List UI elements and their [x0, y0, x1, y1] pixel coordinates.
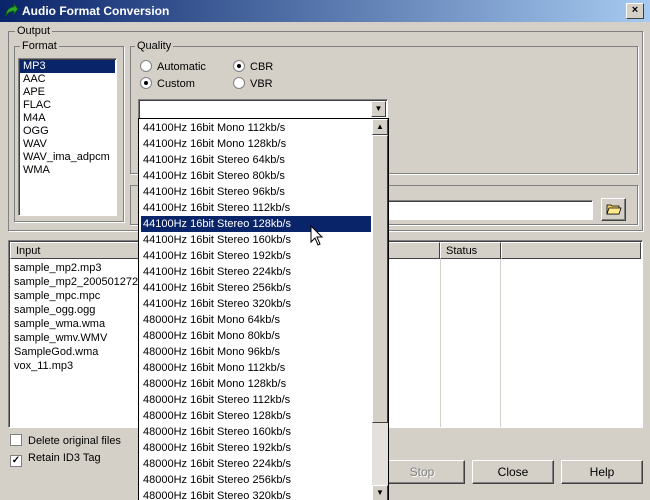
quality-option[interactable]: 48000Hz 16bit Mono 64kb/s: [141, 312, 371, 328]
format-item-ogg[interactable]: OGG: [20, 125, 115, 138]
quality-combobox[interactable]: ▼: [138, 99, 388, 119]
quality-option[interactable]: 48000Hz 16bit Stereo 160kb/s: [141, 424, 371, 440]
radio-indicator: [140, 77, 152, 89]
quality-option[interactable]: 48000Hz 16bit Stereo 112kb/s: [141, 392, 371, 408]
file-row[interactable]: sample_ogg.ogg: [14, 303, 95, 317]
close-button[interactable]: Close: [472, 460, 554, 484]
green-arrow-icon: [5, 3, 19, 17]
quality-option[interactable]: 48000Hz 16bit Mono 112kb/s: [141, 360, 371, 376]
format-listbox[interactable]: MP3 AAC APE FLAC M4A OGG WAV WAV_ima_adpcm WMA: [18, 58, 117, 216]
window-title: Audio Format Conversion: [22, 4, 170, 18]
scroll-track-upper[interactable]: [372, 135, 388, 423]
audio-format-conversion-window: Audio Format Conversion × Output Format …: [0, 0, 650, 500]
retain-id3-label: Retain ID3 Tag: [28, 452, 101, 464]
checkbox-indicator: ✓: [10, 455, 22, 467]
quality-option[interactable]: 44100Hz 16bit Stereo 160kb/s: [141, 232, 371, 248]
file-row[interactable]: sample_mp2_2005012720: [14, 275, 144, 289]
vbr-radio[interactable]: VBR: [233, 77, 273, 91]
column-header-status[interactable]: Status: [440, 242, 501, 259]
format-item-aac[interactable]: AAC: [20, 73, 115, 86]
vbr-label: VBR: [250, 78, 273, 90]
quality-option[interactable]: 48000Hz 16bit Mono 80kb/s: [141, 328, 371, 344]
format-item-mp3[interactable]: MP3: [20, 60, 115, 73]
cbr-label: CBR: [250, 61, 274, 73]
format-item-flac[interactable]: FLAC: [20, 99, 115, 112]
quality-group-label: Quality: [135, 40, 174, 52]
scroll-track[interactable]: [372, 423, 388, 485]
format-item-m4a[interactable]: M4A: [20, 112, 115, 125]
custom-label: Custom: [157, 78, 195, 90]
quality-option[interactable]: 44100Hz 16bit Stereo 320kb/s: [141, 296, 371, 312]
quality-option[interactable]: 44100Hz 16bit Stereo 112kb/s: [141, 200, 371, 216]
automatic-label: Automatic: [157, 61, 206, 73]
stop-button[interactable]: Stop: [379, 460, 465, 484]
checkbox-indicator: [10, 434, 22, 446]
delete-original-label: Delete original files: [28, 435, 121, 447]
retain-id3-checkbox[interactable]: ✓ Retain ID3 Tag: [10, 451, 101, 467]
file-row[interactable]: vox_11.mp3: [14, 359, 73, 373]
scroll-up-button[interactable]: ▲: [372, 119, 388, 135]
column-header-empty[interactable]: [501, 242, 641, 259]
file-row[interactable]: sample_mpc.mpc: [14, 289, 100, 303]
quality-option[interactable]: 48000Hz 16bit Stereo 192kb/s: [141, 440, 371, 456]
radio-indicator: [233, 60, 245, 72]
automatic-radio[interactable]: Automatic: [140, 60, 206, 74]
quality-option[interactable]: 44100Hz 16bit Mono 128kb/s: [141, 136, 371, 152]
format-item-ape[interactable]: APE: [20, 86, 115, 99]
output-group-label: Output: [15, 25, 53, 37]
quality-option[interactable]: 44100Hz 16bit Stereo 64kb/s: [141, 152, 371, 168]
format-item-wav[interactable]: WAV: [20, 138, 115, 151]
browse-folder-button[interactable]: [601, 198, 626, 221]
quality-option[interactable]: 48000Hz 16bit Mono 96kb/s: [141, 344, 371, 360]
quality-option[interactable]: 44100Hz 16bit Stereo 80kb/s: [141, 168, 371, 184]
folder-open-icon: [605, 204, 622, 215]
file-row[interactable]: sample_wma.wma: [14, 317, 105, 331]
quality-option[interactable]: 48000Hz 16bit Stereo 320kb/s: [141, 488, 371, 500]
quality-option[interactable]: 48000Hz 16bit Stereo 224kb/s: [141, 456, 371, 472]
quality-dropdown-list[interactable]: 44100Hz 16bit Mono 112kb/s 44100Hz 16bit …: [138, 118, 389, 500]
cbr-radio[interactable]: CBR: [233, 60, 273, 74]
close-window-button[interactable]: ×: [626, 3, 644, 19]
title-bar[interactable]: Audio Format Conversion ×: [0, 0, 650, 22]
output-folder-input[interactable]: [380, 200, 593, 220]
custom-radio[interactable]: Custom: [140, 77, 195, 91]
quality-option[interactable]: 44100Hz 16bit Stereo 96kb/s: [141, 184, 371, 200]
quality-option[interactable]: 48000Hz 16bit Stereo 128kb/s: [141, 408, 371, 424]
quality-option[interactable]: 44100Hz 16bit Stereo 224kb/s: [141, 264, 371, 280]
format-item-wav_ima_adpcm[interactable]: WAV_ima_adpcm: [20, 151, 115, 164]
quality-option[interactable]: 44100Hz 16bit Stereo 256kb/s: [141, 280, 371, 296]
column-divider: [500, 259, 501, 427]
mouse-cursor-icon: [310, 225, 324, 246]
quality-option[interactable]: 48000Hz 16bit Mono 128kb/s: [141, 376, 371, 392]
scroll-down-button[interactable]: ▼: [372, 485, 388, 500]
column-divider: [440, 259, 441, 427]
quality-option[interactable]: 44100Hz 16bit Mono 112kb/s: [141, 120, 371, 136]
help-button[interactable]: Help: [561, 460, 643, 484]
quality-option[interactable]: 48000Hz 16bit Stereo 256kb/s: [141, 472, 371, 488]
file-row[interactable]: SampleGod.wma: [14, 345, 98, 359]
format-group-label: Format: [20, 40, 59, 52]
radio-indicator: [233, 77, 245, 89]
format-item-wma[interactable]: WMA: [20, 164, 115, 177]
file-row[interactable]: sample_wmv.WMV: [14, 331, 107, 345]
combobox-dropdown-button[interactable]: ▼: [371, 101, 386, 117]
file-row[interactable]: sample_mp2.mp3: [14, 261, 101, 275]
dropdown-scrollbar[interactable]: ▲ ▼: [372, 119, 388, 500]
delete-original-checkbox[interactable]: Delete original files: [10, 434, 121, 448]
quality-option[interactable]: 44100Hz 16bit Stereo 192kb/s: [141, 248, 371, 264]
radio-indicator: [140, 60, 152, 72]
quality-option[interactable]: 44100Hz 16bit Stereo 128kb/s: [141, 216, 371, 232]
